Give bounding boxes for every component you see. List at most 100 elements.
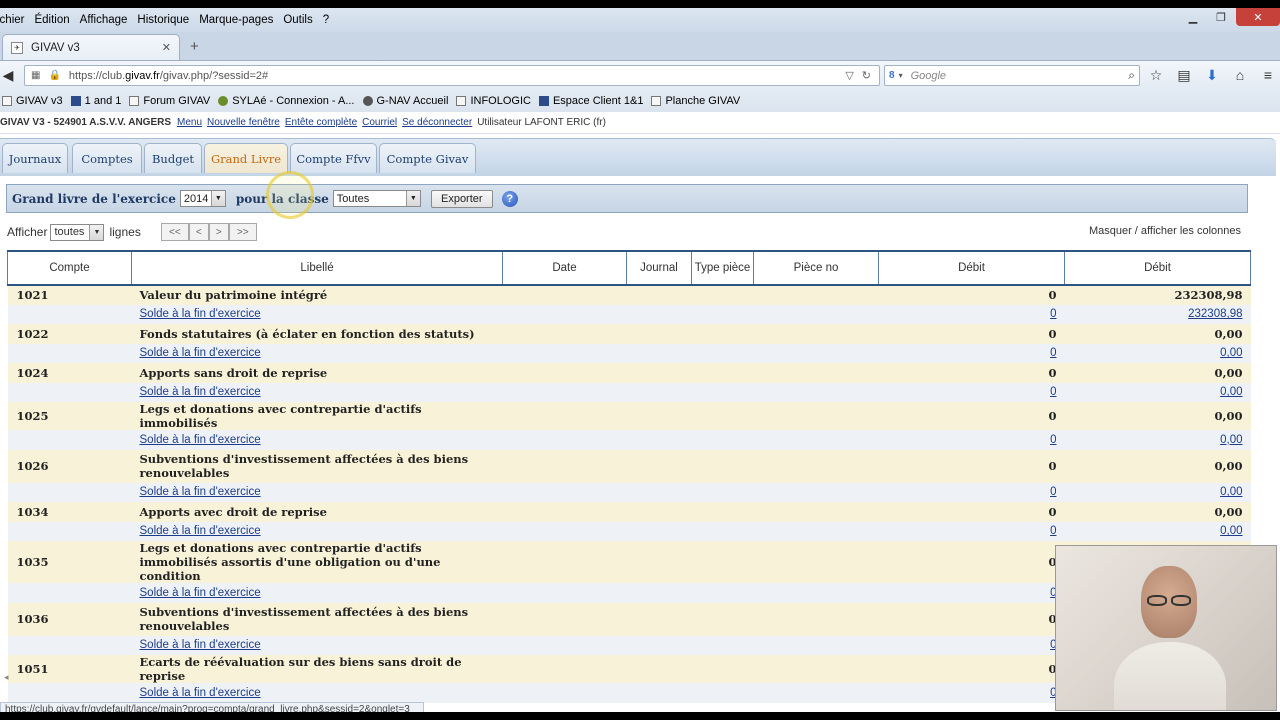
- col-compte[interactable]: Compte: [7, 250, 132, 286]
- solde-link[interactable]: Solde à la fin d'exercice: [140, 386, 261, 398]
- google-icon[interactable]: 8: [889, 70, 895, 81]
- col-type-piece[interactable]: Type pièce: [691, 250, 754, 286]
- solde-link[interactable]: Solde à la fin d'exercice: [140, 434, 261, 446]
- back-arrow-icon[interactable]: ◀: [0, 65, 18, 87]
- close-tab-icon[interactable]: ✕: [162, 41, 171, 54]
- link-se-deconnecter[interactable]: Se déconnecter: [402, 117, 472, 128]
- col-debit[interactable]: Débit: [878, 250, 1065, 286]
- solde-debit-link[interactable]: 0: [1050, 486, 1056, 498]
- reload-icon[interactable]: ↻: [862, 69, 871, 82]
- url-dropdown-icon[interactable]: ▽: [845, 69, 853, 82]
- table-header: Compte Libellé Date Journal Type pièce P…: [7, 250, 1251, 286]
- tab-budget[interactable]: Budget: [144, 143, 202, 173]
- cell-date: [502, 502, 627, 522]
- search-icon[interactable]: ⌕: [1128, 68, 1135, 83]
- link-nouvelle-fenetre[interactable]: Nouvelle fenêtre: [207, 117, 280, 128]
- new-tab-icon[interactable]: +: [190, 38, 199, 55]
- bookmarks-menu-icon[interactable]: ▤: [1176, 67, 1192, 84]
- bookmark-1and1[interactable]: 1 and 1: [70, 95, 121, 107]
- col-debit-2[interactable]: Débit: [1064, 250, 1251, 286]
- bookmark-espace-client[interactable]: Espace Client 1&1: [538, 95, 643, 107]
- maximize-icon[interactable]: ❐: [1208, 8, 1234, 26]
- tab-journaux[interactable]: Journaux: [2, 143, 68, 173]
- account-debit: 0: [878, 655, 1065, 683]
- solde-debit-link[interactable]: 0: [1050, 386, 1056, 398]
- solde-debit-link[interactable]: 0: [1050, 525, 1056, 537]
- col-journal[interactable]: Journal: [626, 250, 692, 286]
- menu-outils[interactable]: Outils: [283, 14, 312, 26]
- solde-debit-link[interactable]: 0: [1050, 308, 1056, 320]
- link-menu[interactable]: Menu: [177, 117, 202, 128]
- solde-debit-link[interactable]: 0: [1050, 347, 1056, 359]
- app-header: GIVAV V3 - 524901 A.S.V.V. ANGERS Menu N…: [0, 112, 1280, 134]
- search-placeholder[interactable]: Google: [911, 70, 1129, 82]
- bookmark-star-icon[interactable]: ☆: [1148, 67, 1164, 84]
- last-page-button[interactable]: >>: [228, 223, 257, 241]
- solde-debit-2-link[interactable]: 0,00: [1220, 434, 1242, 446]
- solde-link[interactable]: Solde à la fin d'exercice: [140, 308, 261, 320]
- export-button[interactable]: Exporter: [430, 189, 493, 208]
- solde-debit-2-link[interactable]: 0,00: [1220, 347, 1242, 359]
- chevron-down-icon[interactable]: ▼: [405, 191, 420, 206]
- home-icon[interactable]: ⌂: [1232, 67, 1248, 84]
- account-label: Apports sans droit de reprise: [131, 363, 503, 383]
- solde-cell: Solde à la fin d'exercice: [131, 343, 503, 363]
- bookmark-forum-givav[interactable]: Forum GIVAV: [129, 95, 210, 107]
- address-bar[interactable]: ▦ 🔒 https://club.givav.fr/givav.php/?ses…: [24, 65, 880, 86]
- rows-select[interactable]: toutes ▼: [50, 223, 105, 241]
- menu-fichier[interactable]: ichier: [0, 14, 24, 26]
- solde-link[interactable]: Solde à la fin d'exercice: [140, 347, 261, 359]
- tab-compte-givav[interactable]: Compte Givav: [379, 143, 476, 173]
- account-row: 1026 Subventions d'investissement affecté…: [7, 449, 1251, 483]
- solde-debit-2-link[interactable]: 232308,98: [1188, 308, 1242, 320]
- chevron-down-icon[interactable]: ▼: [89, 224, 104, 240]
- toggle-columns-link[interactable]: Masquer / afficher les colonnes: [1089, 225, 1241, 237]
- first-page-button[interactable]: <<: [160, 223, 189, 241]
- chevron-down-icon[interactable]: ▼: [210, 191, 225, 206]
- col-libelle[interactable]: Libellé: [131, 250, 503, 286]
- col-date[interactable]: Date: [502, 250, 627, 286]
- search-bar[interactable]: 8 ▾ Google ⌕: [884, 65, 1140, 86]
- tab-comptes[interactable]: Comptes: [72, 143, 142, 173]
- solde-link[interactable]: Solde à la fin d'exercice: [140, 486, 261, 498]
- solde-debit-2-link[interactable]: 0,00: [1220, 386, 1242, 398]
- solde-link[interactable]: Solde à la fin d'exercice: [140, 687, 261, 699]
- menu-aide[interactable]: ?: [323, 14, 329, 26]
- year-select[interactable]: 2014 ▼: [179, 190, 226, 207]
- tab-grand-livre[interactable]: Grand Livre: [204, 143, 288, 173]
- next-page-button[interactable]: >: [208, 223, 229, 241]
- bookmark-planche-givav[interactable]: Planche GIVAV: [651, 95, 740, 107]
- menu-historique[interactable]: Historique: [137, 14, 189, 26]
- prev-page-button[interactable]: <: [188, 223, 209, 241]
- menu-affichage[interactable]: Affichage: [80, 14, 128, 26]
- solde-link[interactable]: Solde à la fin d'exercice: [140, 639, 261, 651]
- classe-select[interactable]: Toutes ▼: [332, 190, 421, 207]
- solde-debit-2-cell: 0,00: [1064, 482, 1251, 502]
- address-url[interactable]: https://club.givav.fr/givav.php/?sessid=…: [69, 70, 845, 82]
- browser-tab-givav[interactable]: ✈ GIVAV v3 ✕: [2, 34, 180, 60]
- bookmark-gnav[interactable]: G-NAV Accueil: [362, 95, 448, 107]
- col-piece-no[interactable]: Pièce no: [753, 250, 879, 286]
- menu-icon[interactable]: ≡: [1260, 67, 1276, 84]
- downloads-icon[interactable]: ⬇: [1204, 67, 1220, 84]
- bookmark-givav[interactable]: GIVAV v3: [2, 95, 63, 107]
- site-identity-icon[interactable]: ▦: [31, 70, 40, 81]
- search-engine-dropdown-icon[interactable]: ▾: [899, 71, 903, 80]
- bookmark-infologic[interactable]: INFOLOGIC: [456, 95, 531, 107]
- tab-compte-ffvv[interactable]: Compte Ffvv: [290, 143, 377, 173]
- link-entete-complete[interactable]: Entête complète: [285, 117, 357, 128]
- menu-edition[interactable]: Édition: [34, 14, 69, 26]
- gnav-icon: [362, 96, 373, 106]
- help-icon[interactable]: ?: [501, 190, 518, 207]
- scroll-left-icon[interactable]: ◂: [4, 672, 9, 683]
- solde-debit-link[interactable]: 0: [1050, 434, 1056, 446]
- minimize-icon[interactable]: ▁: [1180, 8, 1206, 26]
- link-courriel[interactable]: Courriel: [362, 117, 397, 128]
- bookmark-sylae[interactable]: SYLAé - Connexion - A...: [218, 95, 355, 107]
- menu-marque-pages[interactable]: Marque-pages: [199, 14, 273, 26]
- close-window-icon[interactable]: ✕: [1236, 8, 1280, 26]
- solde-debit-2-link[interactable]: 0,00: [1220, 525, 1242, 537]
- solde-link[interactable]: Solde à la fin d'exercice: [140, 587, 261, 599]
- solde-debit-2-link[interactable]: 0,00: [1220, 486, 1242, 498]
- solde-link[interactable]: Solde à la fin d'exercice: [140, 525, 261, 537]
